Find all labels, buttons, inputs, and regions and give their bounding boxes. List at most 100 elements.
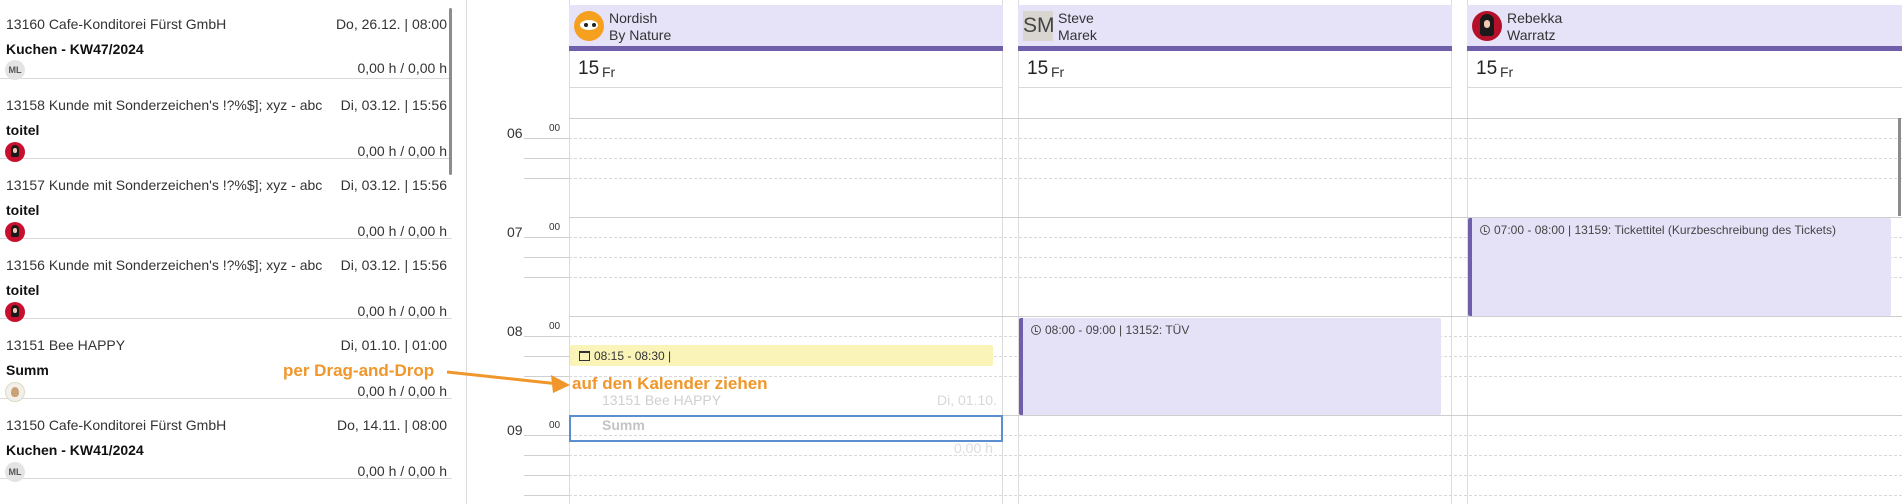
dragged-ticket-hours: 0,00 h bbox=[954, 440, 993, 456]
ticket-hours: 0,00 h / 0,00 h bbox=[357, 223, 447, 239]
ticket-date: Do, 26.12. | 08:00 bbox=[335, 16, 447, 32]
quarter-line bbox=[524, 257, 569, 258]
ticket-title: 13160 Cafe-Konditorei Fürst GmbH bbox=[6, 16, 227, 32]
ticket-subject: toitel bbox=[6, 122, 40, 138]
ticket-item[interactable]: 13156 Kunde mit Sonderzeichen's !?%$]; x… bbox=[0, 240, 452, 322]
hour-line bbox=[569, 316, 1902, 317]
resource-header-nordish[interactable]: Nordish By Nature bbox=[569, 5, 1003, 51]
resource-header-rebekka-warratz[interactable]: Rebekka Warratz bbox=[1467, 5, 1902, 51]
minute-label: 00 bbox=[549, 123, 561, 134]
quarter-line bbox=[569, 138, 1902, 139]
resource-name: Rebekka Warratz bbox=[1507, 10, 1563, 43]
quarter-line bbox=[569, 455, 1902, 456]
day-name: Fr bbox=[1051, 64, 1065, 80]
quarter-line bbox=[569, 178, 1902, 179]
assignee-avatar bbox=[5, 382, 25, 402]
ticket-title: 13151 Bee HAPPY bbox=[6, 337, 126, 353]
drop-hint-annotation: auf den Kalender ziehen bbox=[572, 374, 768, 393]
annotation-arrow-icon bbox=[446, 370, 570, 393]
hour-label: 07 bbox=[507, 224, 523, 240]
minute-label: 00 bbox=[549, 420, 561, 431]
quarter-line bbox=[569, 475, 1902, 476]
day-header[interactable]: 15 Fr bbox=[1467, 51, 1902, 88]
calendar-scrollbar[interactable] bbox=[1898, 118, 1901, 216]
ticket-list: 13160 Cafe-Konditorei Fürst GmbH Do, 26.… bbox=[0, 0, 452, 504]
calendar: Nordish By Nature SM Steve Marek Rebekka… bbox=[467, 0, 1902, 504]
day-name: Fr bbox=[1500, 64, 1514, 80]
clock-icon bbox=[1480, 225, 1490, 235]
dragged-ticket-date: Di, 01.10. bbox=[937, 392, 997, 408]
minute-label: 00 bbox=[549, 222, 561, 233]
quarter-line bbox=[524, 237, 569, 238]
ticket-date: Di, 03.12. | 15:56 bbox=[340, 97, 447, 113]
orange-mascot-avatar bbox=[574, 11, 604, 41]
quarter-line bbox=[524, 495, 569, 496]
ticket-hours: 0,00 h / 0,00 h bbox=[357, 60, 447, 76]
day-number: 15 bbox=[1027, 58, 1049, 79]
ticket-date: Di, 03.12. | 15:56 bbox=[340, 257, 447, 273]
hour-label: 09 bbox=[507, 422, 523, 438]
ticket-date: Do, 14.11. | 08:00 bbox=[336, 417, 447, 433]
hour-label: 08 bbox=[507, 323, 523, 339]
quarter-line bbox=[524, 178, 569, 179]
assignee-avatar bbox=[5, 222, 25, 242]
drag-preview-time: 08:15 - 08:30 | bbox=[594, 349, 672, 363]
resource-header-steve-marek[interactable]: SM Steve Marek bbox=[1018, 5, 1452, 51]
day-header[interactable]: 15 Fr bbox=[1018, 51, 1452, 88]
drag-hint-annotation: per Drag-and-Drop bbox=[283, 361, 435, 380]
quarter-line bbox=[524, 138, 569, 139]
ticket-subject: toitel bbox=[6, 202, 40, 218]
ticket-item[interactable]: 13151 Bee HAPPY Di, 01.10. | 01:00 Summ … bbox=[0, 320, 452, 402]
dragged-ticket-title: 13151 Bee HAPPY bbox=[602, 392, 722, 408]
assignee-avatar bbox=[5, 142, 25, 162]
ticket-subject: Kuchen - KW47/2024 bbox=[6, 41, 144, 57]
calendar-icon bbox=[579, 351, 590, 361]
ticket-subject: Summ bbox=[6, 362, 49, 378]
ticket-subject: toitel bbox=[6, 282, 40, 298]
calendar-event[interactable]: 08:00 - 09:00 | 13152: TÜV bbox=[1019, 318, 1441, 415]
quarter-line bbox=[524, 475, 569, 476]
ticket-subject: Kuchen - KW41/2024 bbox=[6, 442, 144, 458]
minute-label: 00 bbox=[549, 321, 561, 332]
resource-name: Nordish By Nature bbox=[609, 10, 672, 43]
ticket-hours: 0,00 h / 0,00 h bbox=[357, 303, 447, 319]
event-label: 07:00 - 08:00 | 13159: Tickettitel (Kurz… bbox=[1494, 223, 1836, 237]
quarter-line bbox=[524, 455, 569, 456]
ticket-title: 13157 Kunde mit Sonderzeichen's !?%$]; x… bbox=[6, 177, 323, 193]
red-photo-avatar bbox=[1472, 11, 1502, 41]
quarter-line bbox=[569, 158, 1902, 159]
ticket-item[interactable]: 13157 Kunde mit Sonderzeichen's !?%$]; x… bbox=[0, 160, 452, 242]
quarter-line bbox=[524, 336, 569, 337]
day-header[interactable]: 15 Fr bbox=[569, 51, 1003, 88]
dragged-ticket-outline bbox=[569, 415, 1003, 442]
ticket-item[interactable]: 13158 Kunde mit Sonderzeichen's !?%$]; x… bbox=[0, 80, 452, 162]
ticket-hours: 0,00 h / 0,00 h bbox=[357, 463, 447, 479]
assignee-avatar: ML bbox=[5, 60, 25, 80]
quarter-line bbox=[524, 356, 569, 357]
ticket-hours: 0,00 h / 0,00 h bbox=[357, 143, 447, 159]
hour-line bbox=[569, 118, 1902, 119]
day-number: 15 bbox=[1476, 58, 1498, 79]
ticket-date: Di, 01.10. | 01:00 bbox=[340, 337, 447, 353]
quarter-line bbox=[569, 495, 1902, 496]
ticket-item[interactable]: 13150 Cafe-Konditorei Fürst GmbH Do, 14.… bbox=[0, 400, 452, 482]
ticket-title: 13158 Kunde mit Sonderzeichen's !?%$]; x… bbox=[6, 97, 323, 113]
ticket-title: 13156 Kunde mit Sonderzeichen's !?%$]; x… bbox=[6, 257, 323, 273]
event-label: 08:00 - 09:00 | 13152: TÜV bbox=[1045, 323, 1190, 337]
hour-label: 06 bbox=[507, 125, 523, 141]
ticket-item[interactable]: 13160 Cafe-Konditorei Fürst GmbH Do, 26.… bbox=[0, 0, 452, 80]
list-scrollbar[interactable] bbox=[449, 8, 452, 175]
drag-preview-event[interactable]: 08:15 - 08:30 | bbox=[570, 345, 993, 366]
clock-icon bbox=[1031, 325, 1041, 335]
day-name: Fr bbox=[602, 64, 616, 80]
initials-avatar: SM bbox=[1023, 11, 1053, 41]
ticket-hours: 0,00 h / 0,00 h bbox=[357, 383, 447, 399]
ticket-title: 13150 Cafe-Konditorei Fürst GmbH bbox=[6, 417, 227, 433]
assignee-avatar bbox=[5, 302, 25, 322]
assignee-avatar: ML bbox=[5, 462, 25, 482]
quarter-line bbox=[524, 158, 569, 159]
quarter-line bbox=[524, 435, 569, 436]
calendar-event[interactable]: 07:00 - 08:00 | 13159: Tickettitel (Kurz… bbox=[1468, 218, 1891, 316]
quarter-line bbox=[524, 277, 569, 278]
day-number: 15 bbox=[578, 58, 600, 79]
